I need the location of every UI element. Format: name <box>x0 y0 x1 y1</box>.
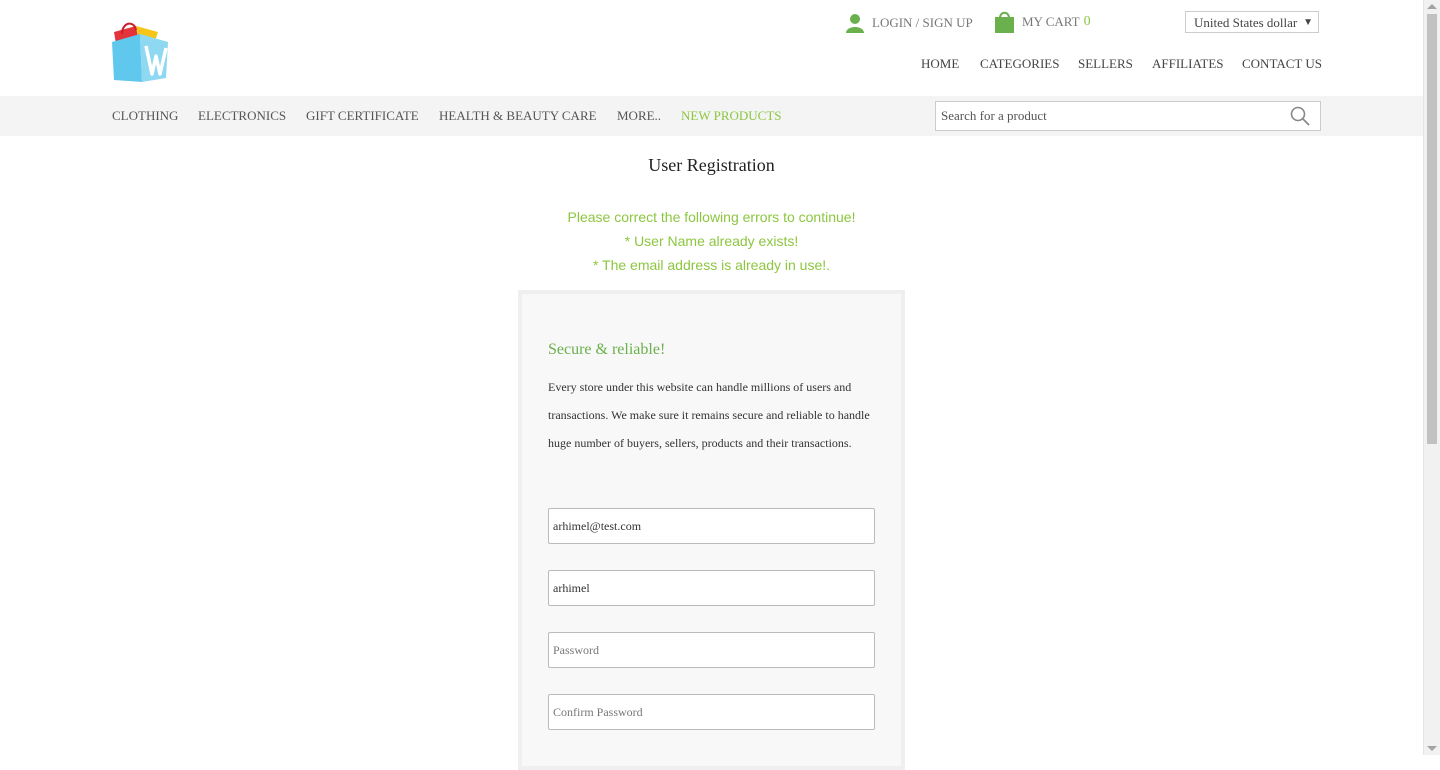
nav-affiliates[interactable]: AFFILIATES <box>1152 56 1224 72</box>
category-electronics[interactable]: ELECTRONICS <box>198 108 286 124</box>
login-signup-link[interactable]: LOGIN / SIGN UP <box>846 13 973 33</box>
nav-categories[interactable]: CATEGORIES <box>980 56 1059 72</box>
shopping-bag-icon <box>995 11 1014 33</box>
category-clothing[interactable]: CLOTHING <box>112 108 178 124</box>
error-summary: Please correct the following errors to c… <box>567 209 856 225</box>
error-email-in-use: * The email address is already in use!. <box>592 257 831 273</box>
error-username-exists: * User Name already exists! <box>624 233 799 249</box>
category-more[interactable]: MORE.. <box>617 108 661 124</box>
search-icon[interactable] <box>1290 106 1310 126</box>
username-field[interactable] <box>548 570 875 606</box>
category-health-beauty-care[interactable]: HEALTH & BEAUTY CARE <box>439 108 597 124</box>
nav-contact-us[interactable]: CONTACT US <box>1242 56 1322 72</box>
cart-count: 0 <box>1083 13 1091 29</box>
my-cart-link[interactable]: MY CART 0 <box>995 10 1091 33</box>
card-heading: Secure & reliable! <box>548 341 666 358</box>
site-header: LOGIN / SIGN UP MY CART 0 United States … <box>0 0 1423 96</box>
currency-select[interactable]: United States dollar ▼ <box>1185 11 1319 33</box>
category-bar: CLOTHING ELECTRONICS GIFT CERTIFICATE HE… <box>0 96 1423 136</box>
login-signup-label: LOGIN / SIGN UP <box>872 15 973 30</box>
page-title: User Registration <box>648 155 775 175</box>
card-description: Every store under this website can handl… <box>548 380 870 450</box>
error-messages: Please correct the following errors to c… <box>0 205 1423 277</box>
password-field[interactable] <box>548 632 875 668</box>
scrollbar-thumb[interactable] <box>1427 14 1437 444</box>
category-new-products[interactable]: NEW PRODUCTS <box>681 108 782 124</box>
my-cart-label: MY CART <box>1022 13 1080 29</box>
page-scrollbar[interactable] <box>1423 0 1440 755</box>
email-field[interactable] <box>548 508 875 544</box>
product-search <box>935 101 1321 131</box>
dropdown-arrow-icon: ▼ <box>1303 17 1313 28</box>
scroll-up-arrow-icon[interactable] <box>1427 4 1437 9</box>
currency-value: United States dollar <box>1194 15 1298 30</box>
nav-sellers[interactable]: SELLERS <box>1078 56 1133 72</box>
nav-home[interactable]: HOME <box>921 56 959 72</box>
registration-card: Secure & reliable! Every store under thi… <box>518 290 905 770</box>
scroll-down-arrow-icon[interactable] <box>1427 746 1437 751</box>
category-gift-certificate[interactable]: GIFT CERTIFICATE <box>306 108 419 124</box>
search-input[interactable] <box>941 102 1281 130</box>
confirm-password-field[interactable] <box>548 694 875 730</box>
user-icon <box>846 14 864 33</box>
store-logo[interactable] <box>108 20 172 86</box>
